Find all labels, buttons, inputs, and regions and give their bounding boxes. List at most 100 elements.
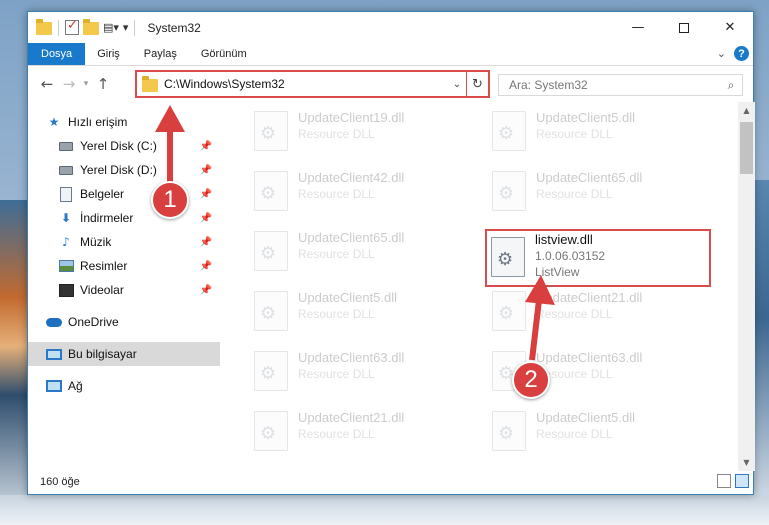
address-dropdown-icon[interactable]: ⌄ [448, 79, 466, 90]
pin-icon[interactable]: 📌 [200, 237, 212, 248]
refresh-icon[interactable]: ↻ [466, 72, 488, 96]
sidebar-item-local-disk-d[interactable]: Yerel Disk (D:) 📌 [28, 158, 220, 182]
sidebar-item-label: Hızlı erişim [68, 115, 128, 129]
sidebar-item-network[interactable]: Ağ [28, 374, 220, 398]
file-description: Resource DLL [298, 247, 375, 261]
dll-file-icon: ⚙ [491, 237, 525, 277]
file-name: UpdateClient65.dll [298, 230, 405, 245]
tab-view[interactable]: Görünüm [189, 43, 259, 65]
address-path[interactable]: C:\Windows\System32 [164, 77, 448, 91]
explorer-window: ▤▾ ▾ System32 — ✕ Dosya Giriş Paylaş Gör… [27, 11, 755, 495]
sidebar-item-label: Resimler [80, 259, 128, 273]
minimize-button[interactable]: — [615, 12, 661, 43]
new-folder-icon[interactable] [83, 19, 99, 35]
pin-icon[interactable]: 📌 [200, 213, 212, 224]
toolbar-divider [58, 19, 59, 36]
properties-check-icon[interactable] [65, 18, 79, 35]
sidebar-item-label: Bu bilgisayar [68, 347, 137, 361]
file-item-listview-dll[interactable]: ⚙ listview.dll 1.0.06.03152 ListView [485, 229, 711, 287]
folder-icon [142, 75, 158, 92]
window-controls: — ✕ [615, 12, 753, 43]
file-description: Resource DLL [298, 187, 375, 201]
scroll-up-icon[interactable]: ▲ [738, 102, 755, 119]
sidebar-item-onedrive[interactable]: OneDrive [28, 310, 220, 334]
details-view-icon[interactable] [717, 474, 731, 488]
dll-file-icon: ⚙ [254, 351, 288, 391]
file-name: listview.dll [535, 232, 593, 247]
vertical-scrollbar[interactable]: ▲ ▼ [738, 102, 755, 471]
file-item[interactable]: ⚙ UpdateClient42.dll Resource DLL [250, 166, 480, 218]
dll-file-icon: ⚙ [254, 231, 288, 271]
file-version: 1.0.06.03152 [535, 249, 606, 263]
help-button[interactable]: ? [734, 46, 749, 61]
item-count: 160 öğe [40, 475, 80, 488]
sidebar-item-music[interactable]: ♪ Müzik 📌 [28, 230, 220, 254]
pin-icon[interactable]: 📌 [200, 285, 212, 296]
file-item[interactable]: ⚙ UpdateClient63.dll Resource DLL [250, 346, 480, 398]
file-name: UpdateClient65.dll [536, 170, 643, 185]
title-bar: ▤▾ ▾ System32 — ✕ [28, 12, 753, 43]
maximize-icon [679, 22, 689, 33]
desktop-background-bottom [0, 495, 769, 525]
pin-icon[interactable]: 📌 [200, 165, 212, 176]
file-item[interactable]: ⚙ UpdateClient5.dll Resource DLL [488, 406, 718, 458]
tab-home[interactable]: Giriş [85, 43, 132, 65]
sidebar-item-quick-access[interactable]: ★ Hızlı erişim [28, 110, 220, 134]
videos-icon [58, 282, 74, 298]
search-input[interactable]: Ara: System32 ⌕ [498, 74, 743, 96]
file-description: Resource DLL [536, 367, 613, 381]
drive-icon [58, 162, 74, 178]
file-list: ⚙ UpdateClient19.dll Resource DLL ⚙ Updat… [220, 102, 755, 471]
up-arrow-icon[interactable]: ↑ [92, 75, 114, 93]
file-item[interactable]: ⚙ UpdateClient5.dll Resource DLL [250, 286, 480, 338]
sidebar-item-downloads[interactable]: ⬇ İndirmeler 📌 [28, 206, 220, 230]
ribbon-right-controls: ⌄ ? [717, 46, 749, 61]
folder-icon [36, 19, 52, 35]
toolbar-dropdown-icon[interactable]: ▾ [123, 21, 129, 34]
search-placeholder: Ara: System32 [509, 78, 588, 92]
sidebar-item-this-pc[interactable]: Bu bilgisayar [28, 342, 220, 366]
back-arrow-icon[interactable]: ← [36, 75, 58, 93]
chevron-down-icon[interactable]: ⌄ [717, 47, 726, 60]
pin-icon[interactable]: 📌 [200, 141, 212, 152]
status-bar: 160 öğe [28, 469, 755, 494]
file-name: UpdateClient19.dll [298, 110, 405, 125]
step-1-badge: 1 [151, 181, 189, 219]
file-item[interactable]: ⚙ UpdateClient21.dll Resource DLL [488, 286, 718, 338]
sidebar-item-documents[interactable]: Belgeler 📌 [28, 182, 220, 206]
file-item[interactable]: ⚙ UpdateClient19.dll Resource DLL [250, 106, 480, 158]
sidebar-item-label: Belgeler [80, 187, 125, 201]
star-icon: ★ [48, 115, 60, 129]
file-name: UpdateClient21.dll [298, 410, 405, 425]
forward-arrow-icon[interactable]: → [58, 75, 80, 93]
sidebar-item-label: OneDrive [68, 315, 119, 329]
file-description: Resource DLL [298, 367, 375, 381]
recent-locations-icon[interactable]: ▾ [80, 79, 92, 89]
main-content: ★ Hızlı erişim Yerel Disk (C:) 📌 Yerel D… [28, 102, 755, 471]
dll-file-icon: ⚙ [254, 291, 288, 331]
file-description: Resource DLL [536, 127, 613, 141]
sidebar-item-pictures[interactable]: Resimler 📌 [28, 254, 220, 278]
file-item[interactable]: ⚙ UpdateClient65.dll Resource DLL [488, 166, 718, 218]
address-bar[interactable]: C:\Windows\System32 ⌄ ↻ [135, 70, 490, 98]
file-item[interactable]: ⚙ UpdateClient65.dll Resource DLL [250, 226, 480, 278]
customize-toolbar-icon[interactable]: ▤▾ [103, 21, 119, 34]
file-item[interactable]: ⚙ UpdateClient21.dll Resource DLL [250, 406, 480, 458]
large-icons-view-icon[interactable] [735, 474, 749, 488]
search-icon: ⌕ [727, 77, 735, 92]
dll-file-icon: ⚙ [492, 111, 526, 151]
sidebar-item-local-disk-c[interactable]: Yerel Disk (C:) 📌 [28, 134, 220, 158]
file-name: UpdateClient21.dll [536, 290, 643, 305]
file-item[interactable]: ⚙ UpdateClient5.dll Resource DLL [488, 106, 718, 158]
sidebar-item-videos[interactable]: Videolar 📌 [28, 278, 220, 302]
pin-icon[interactable]: 📌 [200, 261, 212, 272]
network-icon [46, 378, 62, 394]
maximize-button[interactable] [661, 12, 707, 43]
scrollbar-thumb[interactable] [740, 122, 753, 174]
sidebar-item-label: İndirmeler [80, 211, 134, 225]
tab-share[interactable]: Paylaş [132, 43, 189, 65]
pin-icon[interactable]: 📌 [200, 189, 212, 200]
file-description: ListView [535, 265, 580, 279]
tab-file[interactable]: Dosya [28, 43, 86, 65]
close-button[interactable]: ✕ [707, 12, 753, 43]
